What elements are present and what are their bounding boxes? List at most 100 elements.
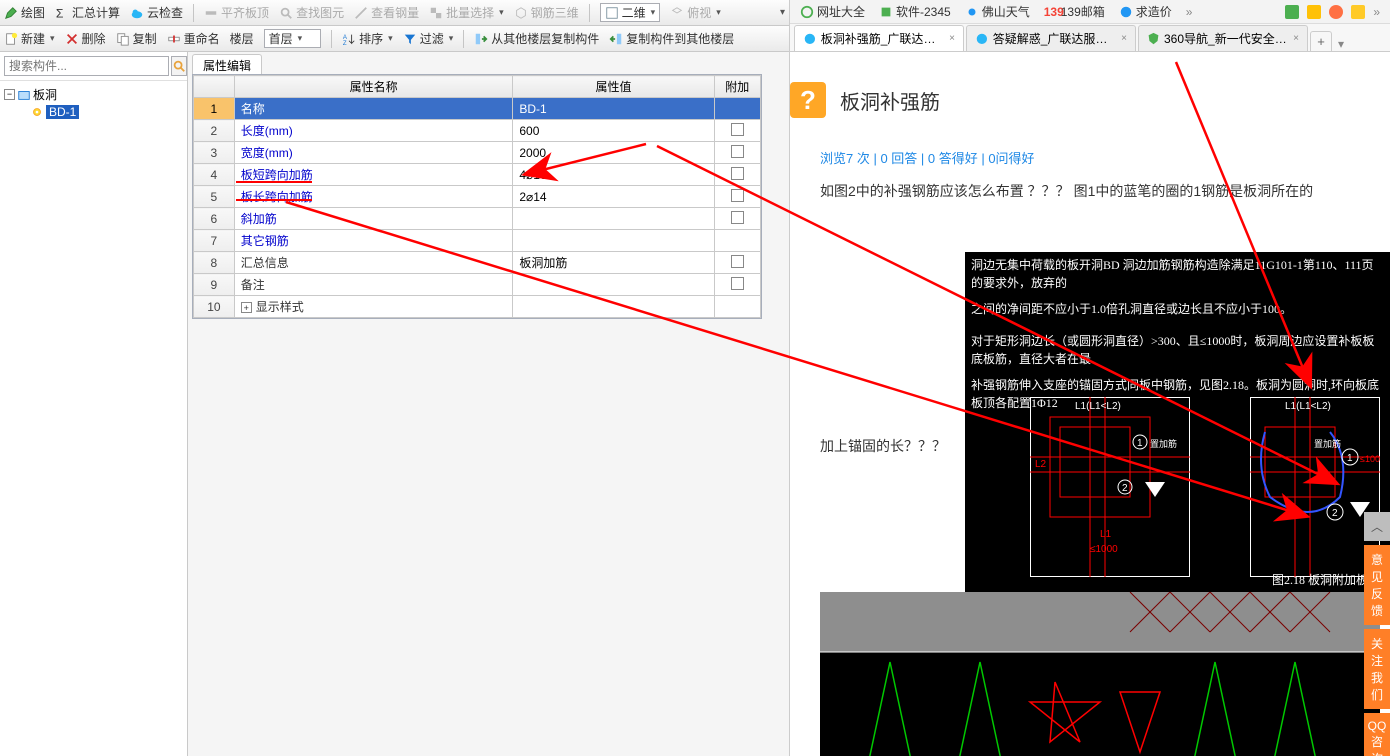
copy-to-floor-button[interactable]: 复制构件到其他楼层 [609, 30, 734, 47]
prop-header-name: 属性名称 [234, 76, 513, 98]
left-body: − 板洞 BD-1 属性编辑 属性名称 [0, 52, 789, 756]
property-row[interactable]: 9备注 [194, 274, 761, 296]
bookmark-item[interactable]: 佛山天气 [965, 3, 1030, 20]
rename-icon [167, 32, 181, 46]
property-extra-cell[interactable] [714, 230, 760, 252]
svg-text:1: 1 [1347, 453, 1353, 464]
cloud-check-button[interactable]: 云检查 [130, 4, 183, 21]
svg-text:L1(L1<L2): L1(L1<L2) [1285, 401, 1331, 412]
property-extra-cell[interactable] [714, 98, 760, 120]
property-name-cell: 名称 [234, 98, 513, 120]
feedback-button[interactable]: 意见反馈 [1364, 545, 1390, 625]
sum-button[interactable]: Σ 汇总计算 [55, 4, 120, 21]
copy-from-floor-button[interactable]: 从其他楼层复制构件 [474, 30, 599, 47]
ext-icon[interactable] [1307, 5, 1321, 19]
property-row[interactable]: 5板长跨向加筋2⌀14 [194, 186, 761, 208]
find-button[interactable]: 查找图元 [279, 4, 344, 21]
browser-tab[interactable]: 板洞补强筋_广联达服务× [794, 25, 964, 51]
tab-close-button[interactable]: × [949, 33, 955, 44]
ext-icon[interactable] [1351, 5, 1365, 19]
property-extra-cell[interactable] [714, 120, 760, 142]
checkbox[interactable] [731, 145, 744, 158]
new-button[interactable]: 新建 [4, 30, 55, 47]
property-row[interactable]: 1名称BD-1 [194, 98, 761, 120]
property-row[interactable]: 3宽度(mm)2000 [194, 142, 761, 164]
tab-close-button[interactable]: × [1293, 33, 1299, 44]
toolbar-more-chevron[interactable]: ▾ [780, 7, 785, 18]
property-extra-cell[interactable] [714, 142, 760, 164]
property-name-cell: 长度(mm) [234, 120, 513, 142]
topview-button[interactable]: 俯视 [670, 4, 721, 21]
ext-icon[interactable] [1285, 5, 1299, 19]
cube-icon [514, 6, 528, 20]
property-extra-cell[interactable] [714, 164, 760, 186]
property-row[interactable]: 10+显示样式 [194, 296, 761, 318]
property-value-cell[interactable]: 4⌀16 [513, 164, 714, 186]
checkbox[interactable] [731, 211, 744, 224]
rename-button[interactable]: 重命名 [167, 30, 220, 47]
qq-button[interactable]: QQ咨询 [1364, 713, 1390, 756]
tree-node-root[interactable]: − 板洞 [2, 85, 185, 104]
bookmark-more-chevron[interactable]: » [1186, 5, 1193, 19]
tab-menu-chevron[interactable]: ▾ [1338, 37, 1344, 51]
svg-text:Σ: Σ [56, 6, 64, 20]
batch-select-button[interactable]: 批量选择 [429, 4, 504, 21]
checkbox[interactable] [731, 277, 744, 290]
checkbox[interactable] [731, 189, 744, 202]
bookmark-item[interactable]: 网址大全 [800, 3, 865, 20]
checkbox[interactable] [731, 255, 744, 268]
tab-close-button[interactable]: × [1121, 33, 1127, 44]
bookmark-item[interactable]: 139139邮箱 [1044, 3, 1105, 20]
property-row-number: 10 [194, 296, 235, 318]
follow-button[interactable]: 关注我们 [1364, 629, 1390, 709]
new-tab-button[interactable]: + [1310, 31, 1332, 51]
property-value-cell[interactable] [513, 274, 714, 296]
property-extra-cell[interactable] [714, 274, 760, 296]
bookmark-item[interactable]: 求造价 [1119, 3, 1172, 20]
delete-button[interactable]: 删除 [65, 30, 106, 47]
property-value-cell[interactable] [513, 296, 714, 318]
property-row-number: 6 [194, 208, 235, 230]
property-value-cell[interactable]: 2000 [513, 142, 714, 164]
property-extra-cell[interactable] [714, 252, 760, 274]
search-input[interactable] [4, 56, 169, 76]
expand-toggle[interactable]: + [241, 302, 252, 313]
property-value-cell[interactable]: 600 [513, 120, 714, 142]
level-button[interactable]: 平齐板顶 [204, 4, 269, 21]
tree-node-child[interactable]: BD-1 [2, 104, 185, 120]
filter-button[interactable]: 过滤 [403, 30, 454, 47]
sort-button[interactable]: AZ 排序 [342, 30, 393, 47]
property-row[interactable]: 8汇总信息板洞加筋 [194, 252, 761, 274]
property-value-cell[interactable]: BD-1 [513, 98, 714, 120]
ext-more-chevron[interactable]: » [1373, 5, 1380, 19]
copy-button[interactable]: 复制 [116, 30, 157, 47]
search-button[interactable] [171, 56, 187, 76]
ext-icon[interactable] [1329, 5, 1343, 19]
draw-button[interactable]: 绘图 [4, 4, 45, 21]
property-value-cell[interactable]: 2⌀14 [513, 186, 714, 208]
steel-button[interactable]: 查看钢量 [354, 4, 419, 21]
bookmark-item[interactable]: 软件-2345 [879, 3, 951, 20]
property-row[interactable]: 6斜加筋 [194, 208, 761, 230]
view-2d-dropdown[interactable]: 二维 [600, 3, 661, 22]
property-row[interactable]: 2长度(mm)600 [194, 120, 761, 142]
rebar-3d-button[interactable]: 钢筋三维 [514, 4, 579, 21]
property-value-cell[interactable] [513, 230, 714, 252]
property-value-cell[interactable] [513, 208, 714, 230]
tree-toggle[interactable]: − [4, 89, 15, 100]
property-tab[interactable]: 属性编辑 [192, 54, 262, 76]
browser-tab[interactable]: 答疑解惑_广联达服务新× [966, 25, 1136, 51]
property-extra-cell[interactable] [714, 208, 760, 230]
browser-window: 网址大全 软件-2345 佛山天气 139139邮箱 求造价 » » 板洞补强筋… [790, 0, 1390, 756]
search-icon [172, 59, 186, 73]
property-row[interactable]: 4板短跨向加筋4⌀16 [194, 164, 761, 186]
checkbox[interactable] [731, 167, 744, 180]
floor-dropdown[interactable]: 首层 [264, 29, 322, 48]
property-extra-cell[interactable] [714, 186, 760, 208]
checkbox[interactable] [731, 123, 744, 136]
scroll-top-button[interactable]: ︿ [1364, 512, 1390, 541]
property-value-cell[interactable]: 板洞加筋 [513, 252, 714, 274]
property-extra-cell[interactable] [714, 296, 760, 318]
property-row[interactable]: 7其它钢筋 [194, 230, 761, 252]
browser-tab[interactable]: 360导航_新一代安全上网× [1138, 25, 1308, 51]
